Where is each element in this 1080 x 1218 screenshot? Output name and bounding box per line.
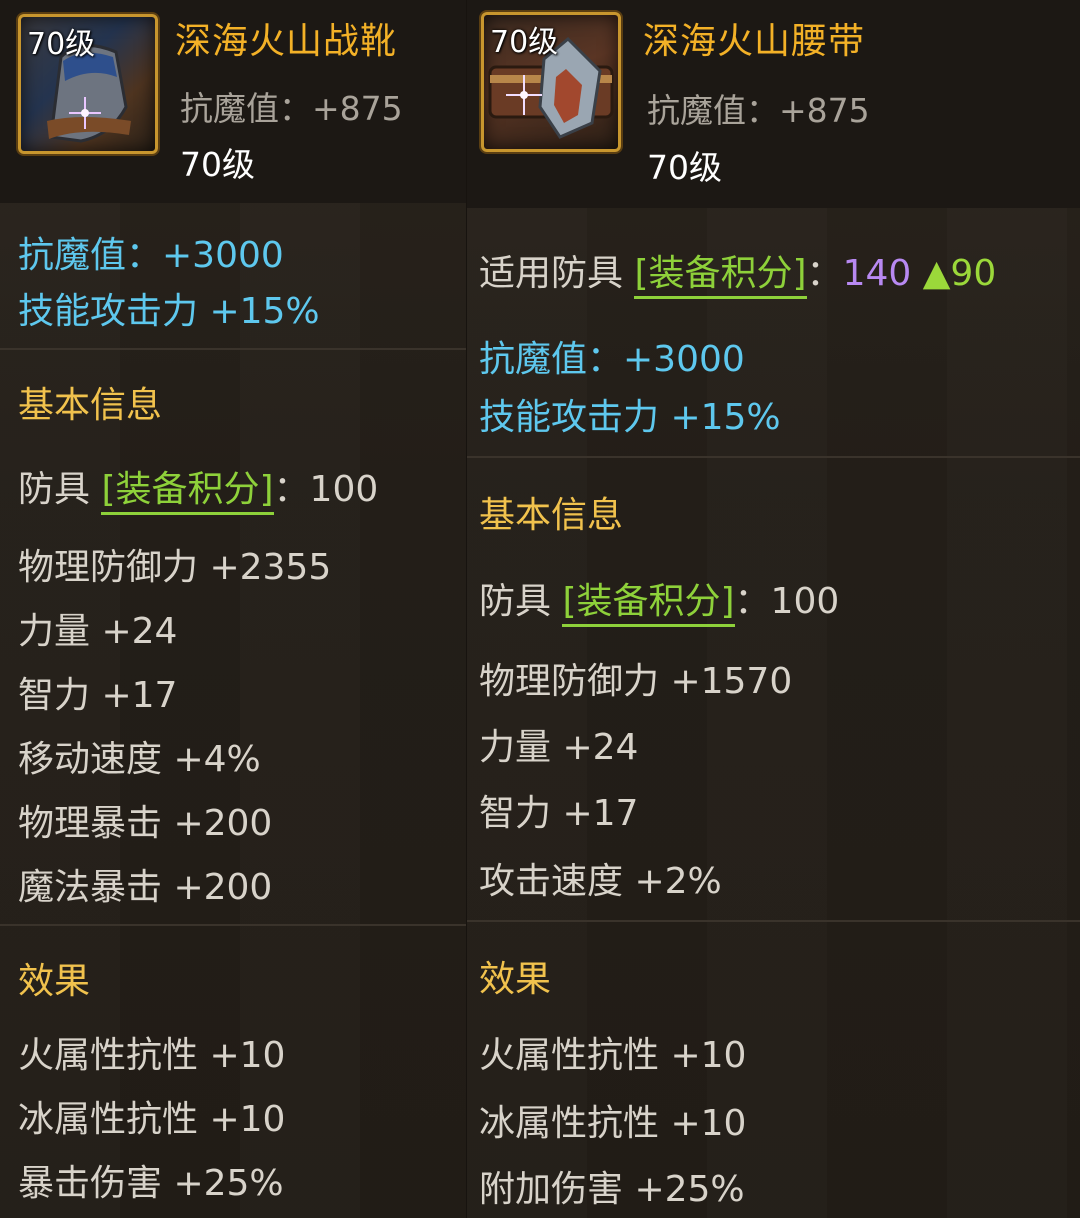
icon-level-badge: 70级	[490, 25, 559, 60]
section-title-basic: 基本信息	[479, 495, 624, 536]
icon-level-badge: 70级	[27, 27, 96, 62]
stat-line: 移动速度 +4%	[18, 739, 261, 780]
divider	[467, 920, 1080, 922]
divider	[0, 348, 466, 350]
effect-line: 火属性抗性 +10	[18, 1035, 286, 1076]
bonus-line: 抗魔值：+3000	[479, 339, 745, 380]
section-title-basic: 基本信息	[18, 385, 163, 426]
item-name: 深海火山腰带	[643, 21, 866, 62]
stat-line: 智力 +17	[479, 793, 639, 834]
score-prefix: 防具	[18, 469, 102, 510]
item-header: 70级 深海火山战靴 抗魔值：+875 70级	[0, 0, 466, 203]
applicable-score-value: 140	[842, 253, 912, 294]
bonus-line: 技能攻击力 +15%	[18, 291, 320, 332]
header-magic-resist: 抗魔值：+875	[647, 91, 870, 130]
item-tooltip-boots: 70级 深海火山战靴 抗魔值：+875 70级 抗魔值：+3000 技能攻击力 …	[0, 0, 466, 1218]
score-value: ：100	[734, 581, 840, 622]
section-title-effects: 效果	[18, 961, 91, 1002]
item-compare-view: 70级 深海火山战靴 抗魔值：+875 70级 抗魔值：+3000 技能攻击力 …	[0, 0, 1080, 1218]
stat-line: 攻击速度 +2%	[479, 861, 722, 902]
header-magic-resist: 抗魔值：+875	[180, 89, 403, 128]
bonus-line: 抗魔值：+3000	[18, 235, 284, 276]
applicable-prefix: 适用防具	[479, 253, 635, 294]
applicable-score-label-link[interactable]: [装备积分]	[634, 253, 807, 299]
item-name: 深海火山战靴	[175, 21, 398, 62]
applicable-score-line: 适用防具 [装备积分]：140 ▲90	[479, 244, 997, 299]
score-label-link[interactable]: [装备积分]	[101, 469, 274, 515]
item-tooltip-belt: 70级 深海火山腰带 抗魔值：+875 70级 适用防具 [装备积分]：140 …	[466, 0, 1080, 1218]
score-line: 防具 [装备积分]：100	[18, 460, 379, 515]
stat-line: 物理暴击 +200	[18, 803, 273, 844]
divider	[0, 924, 466, 926]
applicable-colon: ：	[806, 253, 843, 294]
effect-line: 火属性抗性 +10	[479, 1035, 747, 1076]
stat-line: 物理防御力 +2355	[18, 547, 332, 588]
score-label-link[interactable]: [装备积分]	[562, 581, 735, 627]
effect-line: 冰属性抗性 +10	[18, 1099, 286, 1140]
effect-line: 附加伤害 +25%	[479, 1169, 745, 1210]
item-header: 70级 深海火山腰带 抗魔值：+875 70级	[467, 0, 1080, 208]
stat-line: 物理防御力 +1570	[479, 661, 793, 702]
header-level: 70级	[647, 148, 722, 187]
stat-line: 力量 +24	[18, 611, 178, 652]
bonus-line: 技能攻击力 +15%	[479, 397, 781, 438]
score-increase-indicator: ▲90	[922, 253, 997, 294]
stat-line: 魔法暴击 +200	[18, 867, 273, 908]
score-value: ：100	[273, 469, 379, 510]
stat-line: 力量 +24	[479, 727, 639, 768]
effect-line: 暴击伤害 +25%	[18, 1163, 284, 1204]
section-title-effects: 效果	[479, 959, 552, 1000]
divider	[467, 456, 1080, 458]
score-line: 防具 [装备积分]：100	[479, 572, 840, 627]
score-prefix: 防具	[479, 581, 563, 622]
belt-icon[interactable]: 70级	[481, 12, 621, 152]
header-level: 70级	[180, 145, 255, 184]
effect-line: 冰属性抗性 +10	[479, 1103, 747, 1144]
stat-line: 智力 +17	[18, 675, 178, 716]
boots-icon[interactable]: 70级	[18, 14, 158, 154]
